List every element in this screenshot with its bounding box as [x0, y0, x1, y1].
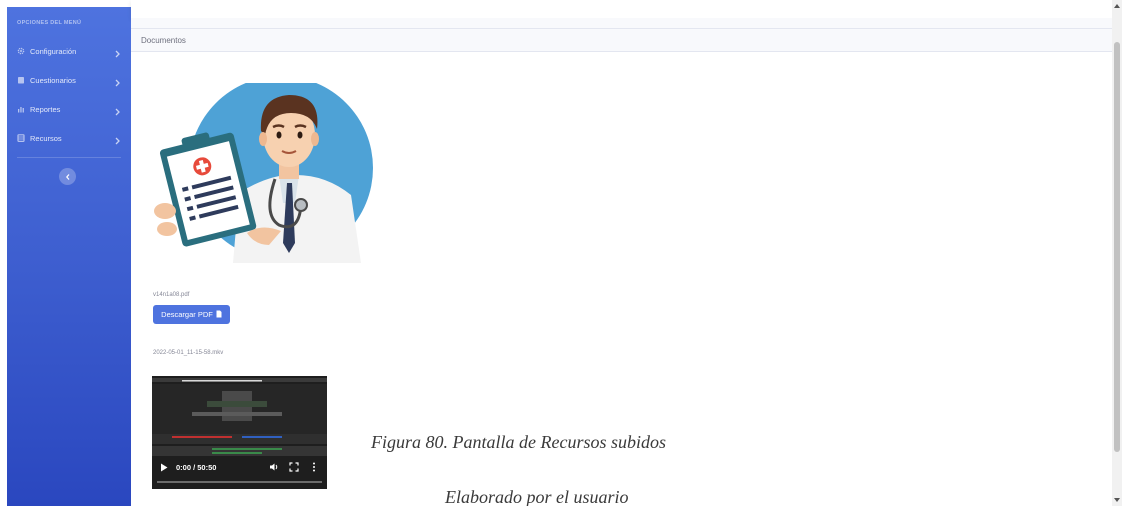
- volume-icon[interactable]: [269, 462, 279, 472]
- video-controls: 0:00 / 50:50: [152, 457, 327, 477]
- figure-credit: Elaborado por el usuario: [445, 487, 629, 506]
- sidebar: OPCIONES DEL MENÚ Configuración Cuestion…: [7, 7, 131, 506]
- sidebar-toggle-button[interactable]: [59, 168, 76, 185]
- sidebar-item-label: Recursos: [30, 133, 62, 143]
- download-pdf-label: Descargar PDF: [161, 310, 213, 319]
- card-header: Documentos: [131, 28, 1112, 52]
- content-spacer: [131, 18, 1112, 28]
- fullscreen-icon[interactable]: [289, 462, 299, 472]
- doctor-illustration: [154, 83, 373, 263]
- video-time: 0:00 / 50:50: [176, 462, 217, 472]
- download-pdf-button[interactable]: Descargar PDF: [153, 305, 230, 324]
- chart-icon: [17, 105, 25, 113]
- sidebar-divider: [17, 157, 121, 158]
- chevron-right-icon: [113, 46, 121, 58]
- scrollbar-thumb[interactable]: [1114, 42, 1120, 452]
- pdf-filename: v14n1a08.pdf: [153, 292, 190, 298]
- play-icon[interactable]: [160, 463, 168, 472]
- clipboard-icon: [17, 76, 25, 84]
- sidebar-item-label: Cuestionarios: [30, 75, 76, 85]
- sidebar-item-configuracion[interactable]: Configuración: [7, 40, 131, 62]
- chevron-left-icon: [65, 168, 71, 186]
- book-icon: [17, 134, 25, 142]
- card-title: Documentos: [141, 36, 186, 45]
- main-content: Documentos v14n1a08.pdf Descargar PDF 20…: [131, 28, 1112, 506]
- gear-icon: [17, 47, 25, 55]
- sidebar-item-reportes[interactable]: Reportes: [7, 98, 131, 120]
- chevron-right-icon: [113, 104, 121, 116]
- sidebar-heading: OPCIONES DEL MENÚ: [17, 20, 82, 26]
- sidebar-item-cuestionarios[interactable]: Cuestionarios: [7, 69, 131, 91]
- scroll-down-arrow-icon[interactable]: [1112, 494, 1122, 506]
- topbar: [131, 0, 1112, 18]
- video-player[interactable]: 0:00 / 50:50: [152, 376, 327, 489]
- scroll-up-arrow-icon[interactable]: [1112, 0, 1122, 12]
- sidebar-item-label: Configuración: [30, 46, 77, 56]
- chevron-right-icon: [113, 75, 121, 87]
- figure-caption: Figura 80. Pantalla de Recursos subidos: [371, 432, 666, 452]
- vertical-scrollbar[interactable]: [1112, 0, 1122, 506]
- video-filename: 2022-05-01_11-15-58.mkv: [153, 350, 224, 356]
- page-margin: [0, 0, 7, 506]
- sidebar-item-label: Reportes: [30, 104, 61, 114]
- more-options-icon[interactable]: [309, 462, 319, 472]
- sidebar-item-recursos[interactable]: Recursos: [7, 127, 131, 149]
- file-icon: [216, 310, 222, 320]
- video-progress-bar[interactable]: [157, 481, 322, 483]
- chevron-right-icon: [113, 133, 121, 145]
